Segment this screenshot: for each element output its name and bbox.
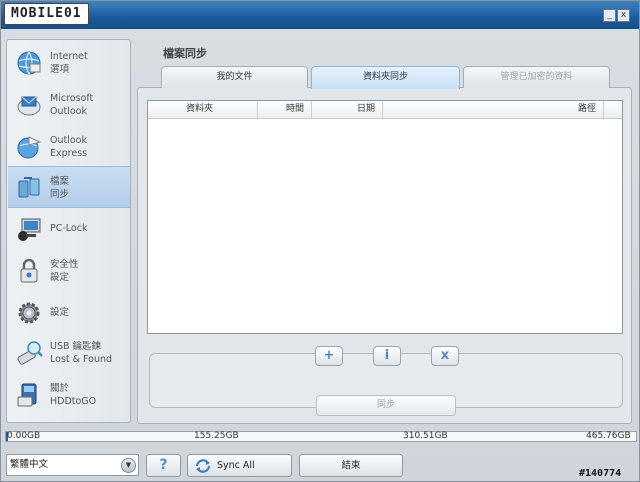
sidebar-item-security-settings[interactable]: 安全性 設定 (8, 250, 130, 292)
add-folder-button[interactable]: + (315, 346, 343, 366)
disk-usage-bar: 0.00GB 155.25GB 310.51GB 465.76GB (5, 431, 637, 442)
sidebar-item-label: Internet 選項 (50, 51, 88, 75)
usage-tick-2: 310.51GB (403, 431, 448, 441)
sidebar-item-label: 關於 HDDtoGO (50, 383, 97, 407)
folder-info-button[interactable]: i (373, 346, 401, 366)
sidebar: Internet 選項 Microsoft Outlook Outlook Ex… (6, 39, 131, 423)
usb-lost-found-icon (17, 341, 43, 365)
watermark-id: #140774 (579, 468, 622, 479)
close-button[interactable]: x (617, 9, 630, 22)
sync-all-label: Sync All (217, 460, 255, 471)
settings-icon (18, 302, 40, 324)
column-header-folder[interactable]: 資料夾 (148, 101, 258, 119)
mobile01-logo: MOBILE01 (4, 3, 89, 25)
column-header-path[interactable]: 路徑 (383, 101, 604, 119)
outlook-express-icon (17, 136, 42, 159)
file-sync-icon (18, 177, 40, 198)
sync-icon (195, 459, 211, 473)
sync-button[interactable]: 同步 (316, 395, 456, 416)
page-title: 檔案同步 (163, 47, 207, 60)
security-icon (20, 258, 38, 283)
folder-list[interactable]: 資料夾 時間 日期 路徑 (147, 100, 623, 334)
usage-tick-3: 465.76GB (586, 431, 631, 441)
column-header-date[interactable]: 日期 (312, 101, 383, 119)
column-header-time[interactable]: 時間 (258, 101, 312, 119)
minimize-button[interactable]: _ (603, 9, 616, 22)
sidebar-item-usb-lost-found[interactable]: USB 鑰匙鍊 Lost & Found (8, 332, 130, 374)
sidebar-item-label: 設定 (50, 307, 70, 318)
sidebar-item-outlook-express[interactable]: Outlook Express (8, 126, 130, 168)
about-icon (17, 383, 37, 407)
sidebar-item-label: 安全性 設定 (50, 259, 79, 283)
sidebar-item-label: Microsoft Outlook (50, 93, 94, 117)
usage-tick-1: 155.25GB (194, 431, 239, 441)
language-select[interactable]: 繁體中文 ▼ (6, 454, 139, 476)
sidebar-item-microsoft-outlook[interactable]: Microsoft Outlook (8, 84, 130, 126)
globe-icon (17, 51, 41, 75)
pc-lock-icon (18, 218, 41, 241)
sidebar-item-label: PC-Lock (50, 223, 88, 234)
exit-button[interactable]: 結束 (299, 454, 403, 477)
sidebar-item-settings[interactable]: 設定 (8, 292, 130, 334)
tab-folder-sync[interactable]: 資料夾同步 (311, 66, 460, 89)
help-button[interactable]: ? (146, 454, 181, 477)
sidebar-item-internet-options[interactable]: Internet 選項 (8, 42, 130, 84)
title-bar[interactable]: MOBILE01 _ x (1, 1, 639, 29)
sidebar-item-label: Outlook Express (50, 135, 88, 159)
sidebar-item-pc-lock[interactable]: PC-Lock (8, 208, 130, 250)
list-header: 資料夾 時間 日期 路徑 (148, 101, 622, 119)
remove-folder-button[interactable]: x (431, 346, 459, 366)
outlook-icon (17, 96, 41, 116)
sync-all-button[interactable]: Sync All (187, 454, 292, 477)
app-window: MOBILE01 _ x Internet 選項 Microsoft Outlo… (0, 0, 640, 482)
chevron-down-icon[interactable]: ▼ (121, 458, 136, 473)
sidebar-item-label: 檔案 同步 (50, 176, 70, 200)
language-value: 繁體中文 (10, 459, 49, 470)
sidebar-item-about[interactable]: 關於 HDDtoGO (8, 374, 130, 416)
tab-my-documents[interactable]: 我的文件 (161, 66, 308, 88)
usage-tick-0: 0.00GB (7, 431, 41, 441)
sidebar-item-file-sync[interactable]: 檔案 同步 (8, 166, 130, 208)
sidebar-item-label: USB 鑰匙鍊 Lost & Found (50, 341, 113, 365)
tab-manage-encrypted[interactable]: 管理已加密的資料 (463, 66, 610, 88)
